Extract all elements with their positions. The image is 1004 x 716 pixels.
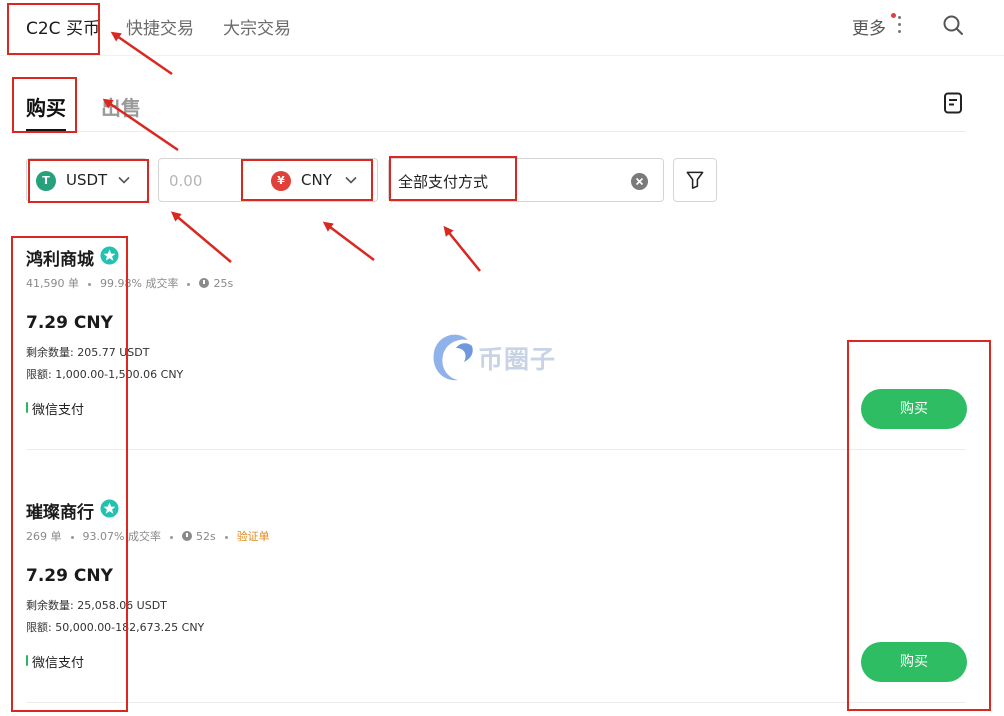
annotation-arrows <box>102 31 481 272</box>
